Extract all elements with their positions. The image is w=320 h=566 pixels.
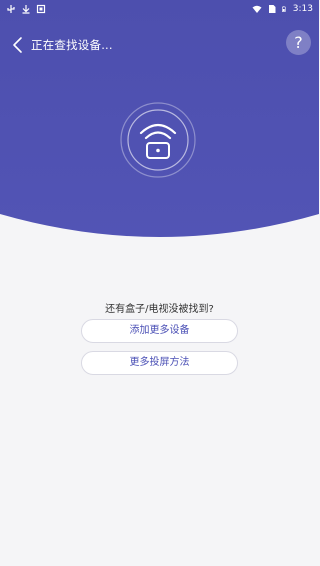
status-time: 3:13 [292,4,313,14]
wifi-device-icon [120,102,196,178]
more-cast-methods-button[interactable]: 更多投屏方法 [81,351,238,375]
status-bar: 3:13 [0,0,319,18]
header-hero: 3:13 正在查找设备... ? [0,0,319,250]
notification-icon [36,4,46,14]
battery-icon [281,6,286,12]
toolbar: 正在查找设备... ? [0,28,319,62]
missing-device-question: 还有盒子/电视没被找到? [105,304,214,315]
download-icon [22,5,30,14]
wifi-icon [252,5,262,13]
back-arrow-icon[interactable] [10,36,26,54]
help-button[interactable]: ? [286,30,311,55]
usb-icon [7,5,15,13]
add-more-devices-button[interactable]: 添加更多设备 [81,319,238,343]
page-title: 正在查找设备... [31,38,113,52]
sim-icon [268,5,276,13]
